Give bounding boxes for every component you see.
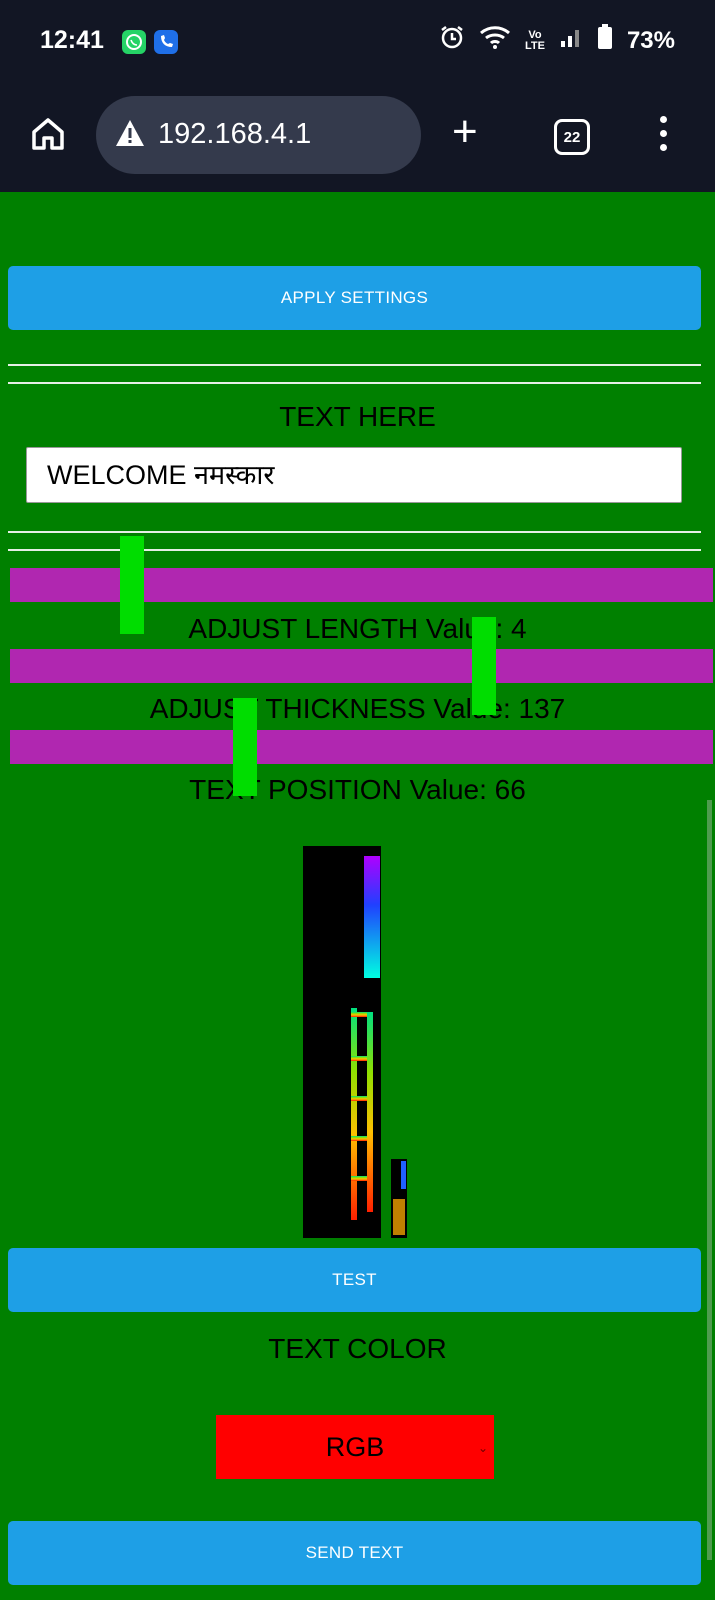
text-color-label: TEXT COLOR — [268, 1333, 447, 1364]
length-slider-track[interactable] — [10, 568, 713, 602]
text-input[interactable]: WELCOME नमस्कार — [26, 447, 682, 503]
thickness-value-label: ADJUST THICKNESS Value: 137 — [149, 693, 566, 724]
send-text-button[interactable]: SEND TEXT — [8, 1521, 701, 1585]
length-value-label: ADJUST LENGTH Value: 4 — [188, 613, 527, 644]
divider — [8, 382, 701, 384]
text-color-selected: RGB — [325, 1431, 385, 1462]
home-icon[interactable] — [28, 114, 68, 154]
position-value-label: TEXT POSITION Value: 66 — [189, 774, 526, 805]
warning-icon[interactable] — [114, 118, 146, 153]
signal-icon — [559, 25, 583, 56]
chevron-down-icon: ⌄ — [477, 1441, 488, 1455]
more-menu-icon[interactable] — [660, 116, 670, 158]
phone-app-icon — [154, 30, 178, 54]
text-here-label: TEXT HERE — [279, 401, 436, 432]
divider — [8, 364, 701, 366]
scrollbar[interactable] — [707, 800, 712, 1560]
tab-switcher-button[interactable]: 22 — [554, 119, 590, 155]
divider — [8, 549, 701, 551]
page-content: APPLY SETTINGS TEXT HERE WELCOME नमस्कार… — [0, 192, 715, 1600]
battery-percent: 73% — [626, 26, 675, 54]
url-text[interactable]: 192.168.4.1 — [158, 118, 311, 151]
status-time: 12:41 — [40, 26, 104, 54]
divider — [8, 531, 701, 533]
led-preview-small — [391, 1159, 407, 1238]
wifi-icon — [479, 24, 511, 57]
new-tab-icon[interactable]: + — [452, 110, 478, 154]
apply-settings-button[interactable]: APPLY SETTINGS — [8, 266, 701, 330]
browser-toolbar: 192.168.4.1 + 22 — [0, 86, 715, 192]
volte-icon: Vo LTE — [524, 28, 545, 52]
battery-icon — [597, 24, 613, 57]
length-slider-thumb[interactable] — [120, 536, 144, 634]
status-bar: 12:41 Vo LTE 73% — [0, 0, 715, 86]
address-bar[interactable]: 192.168.4.1 — [96, 96, 421, 174]
text-color-select[interactable]: RGB ⌄ — [216, 1415, 494, 1479]
thickness-slider-track[interactable] — [10, 649, 713, 683]
position-slider-thumb[interactable] — [233, 698, 257, 796]
whatsapp-icon — [122, 30, 146, 54]
test-button[interactable]: TEST — [8, 1248, 701, 1312]
led-preview-canvas — [303, 846, 381, 1238]
thickness-slider-thumb[interactable] — [472, 617, 496, 715]
position-slider-track[interactable] — [10, 730, 713, 764]
alarm-icon — [439, 24, 465, 57]
